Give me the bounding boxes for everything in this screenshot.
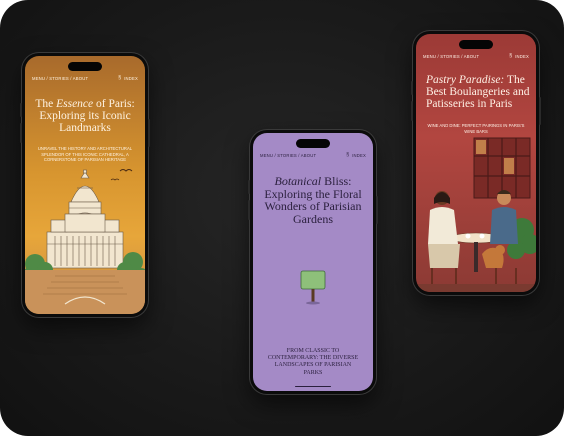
title-pre: The — [35, 98, 57, 110]
index-link[interactable]: INDEX — [352, 153, 366, 158]
article-title: Pastry Paradise: The Best Boulangeries a… — [426, 74, 530, 110]
phone-screen: MENU / STORIES / ABOUT § INDEX Botanical… — [253, 133, 373, 391]
index-link[interactable]: INDEX — [124, 76, 138, 81]
article-subtitle: FROM CLASSIC TO CONTEMPORARY: THE DIVERS… — [267, 348, 359, 376]
volume-button — [411, 101, 413, 121]
power-button — [539, 97, 541, 125]
dynamic-island — [296, 139, 330, 148]
power-button — [376, 196, 378, 224]
home-indicator — [295, 385, 331, 387]
topiary-tree-illustration — [300, 270, 326, 305]
phone-screen: MENU / STORIES / ABOUT § INDEX The Essen… — [25, 56, 145, 314]
article-title: The Essence of Paris: Exploring its Icon… — [33, 98, 137, 134]
volume-button — [248, 200, 250, 220]
article-subtitle: WINE AND DINE: PERFECT PAIRINGS IN PARIS… — [427, 123, 525, 134]
bird-icon — [119, 169, 133, 172]
phone-screen: MENU / STORIES / ABOUT § INDEX Pastry Pa… — [416, 34, 536, 292]
phone-mockup-gardens: MENU / STORIES / ABOUT § INDEX Botanical… — [248, 130, 378, 394]
menu-icon[interactable]: § — [509, 54, 512, 59]
bird-icon — [110, 178, 120, 181]
sacre-coeur-illustration — [25, 169, 145, 314]
nav-links[interactable]: MENU / STORIES / ABOUT — [32, 76, 88, 81]
menu-icon[interactable]: § — [118, 76, 121, 81]
volume-button — [20, 123, 22, 143]
mockup-stage: MENU / STORIES / ABOUT § INDEX The Essen… — [0, 0, 564, 436]
nav-bar: MENU / STORIES / ABOUT § INDEX — [423, 54, 529, 60]
article-title: Botanical Bliss: Exploring the Floral Wo… — [261, 175, 365, 225]
phone-mockup-pastry: MENU / STORIES / ABOUT § INDEX Pastry Pa… — [411, 31, 541, 295]
title-italic: Pastry Paradise: — [426, 74, 505, 86]
nav-bar: MENU / STORIES / ABOUT § INDEX — [32, 76, 138, 82]
nav-links[interactable]: MENU / STORIES / ABOUT — [423, 54, 479, 59]
article-subtitle: UNRAVEL THE HISTORY AND ARCHITECTURAL SP… — [37, 146, 133, 163]
menu-icon[interactable]: § — [346, 153, 349, 158]
title-italic: Essence — [56, 98, 94, 110]
cafe-scene-illustration — [416, 137, 536, 292]
dynamic-island — [459, 40, 493, 49]
volume-button — [248, 180, 250, 194]
nav-bar: MENU / STORIES / ABOUT § INDEX — [260, 153, 366, 159]
power-button — [148, 119, 150, 147]
index-link[interactable]: INDEX — [515, 54, 529, 59]
nav-links[interactable]: MENU / STORIES / ABOUT — [260, 153, 316, 158]
volume-button — [411, 81, 413, 95]
dynamic-island — [68, 62, 102, 71]
phone-mockup-landmarks: MENU / STORIES / ABOUT § INDEX The Essen… — [20, 53, 150, 317]
volume-button — [20, 103, 22, 117]
